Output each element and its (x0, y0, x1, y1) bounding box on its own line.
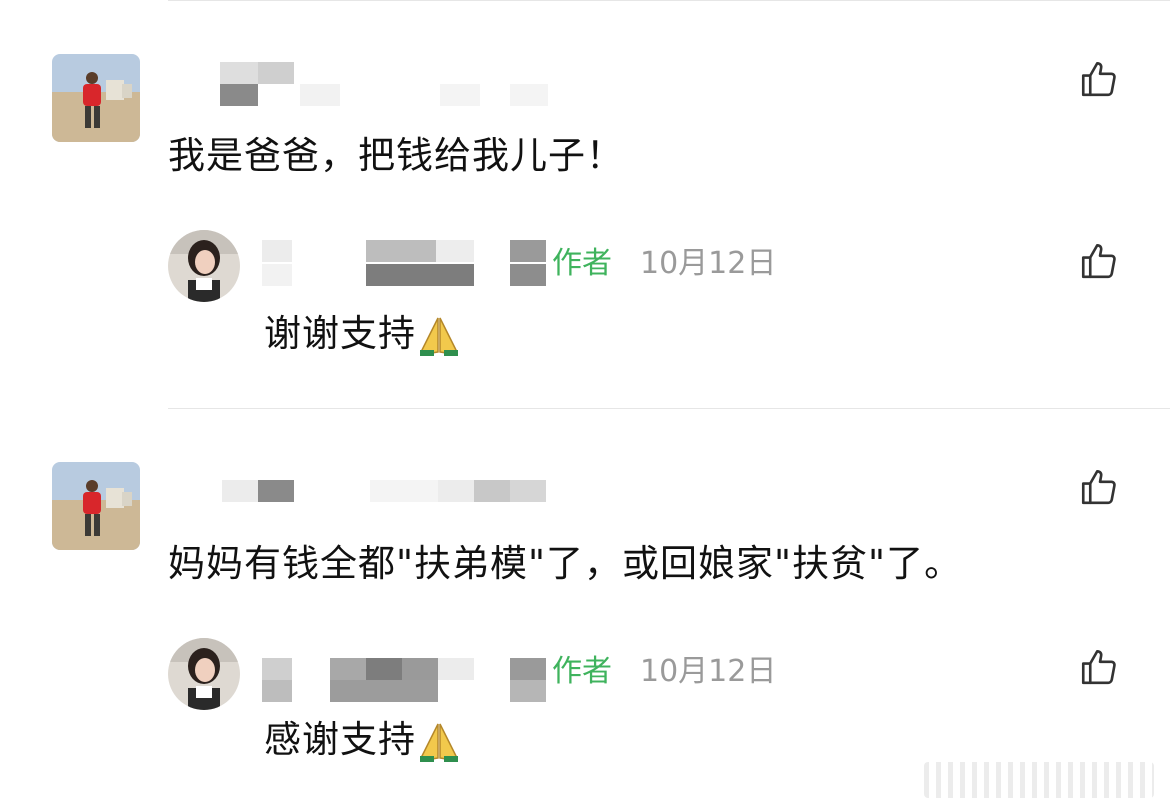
folded-hands-emoji (416, 718, 462, 762)
comment-text: 妈妈有钱全都"扶弟模"了，或回娘家"扶贫"了。 (168, 542, 963, 585)
like-button[interactable] (1078, 646, 1120, 688)
like-button[interactable] (1078, 58, 1120, 100)
author-avatar[interactable] (168, 638, 240, 710)
watermark (924, 762, 1154, 798)
comment-divider (168, 408, 1170, 409)
thumbs-up-icon (1081, 243, 1116, 279)
author-tag: 作者 (552, 246, 612, 281)
commenter-avatar[interactable] (52, 462, 140, 550)
author-avatar[interactable] (168, 230, 240, 302)
comment-text: 我是爸爸，把钱给我儿子！ (168, 134, 624, 177)
reply-date: 10月12日 (640, 654, 777, 689)
like-button[interactable] (1078, 466, 1120, 508)
reply-date: 10月12日 (640, 246, 777, 281)
thumbs-up-icon (1081, 649, 1116, 685)
reply-text-line: 谢谢支持 (264, 312, 462, 356)
commenter-avatar[interactable] (52, 54, 140, 142)
thumbs-up-icon (1081, 469, 1116, 505)
reply-text: 谢谢支持 (264, 312, 416, 355)
thumbs-up-icon (1081, 61, 1116, 97)
author-tag: 作者 (552, 654, 612, 689)
folded-hands-emoji (416, 312, 462, 356)
reply-text: 感谢支持 (264, 718, 416, 761)
reply-text-line: 感谢支持 (264, 718, 462, 762)
comment-divider-top (168, 0, 1170, 1)
like-button[interactable] (1078, 240, 1120, 282)
